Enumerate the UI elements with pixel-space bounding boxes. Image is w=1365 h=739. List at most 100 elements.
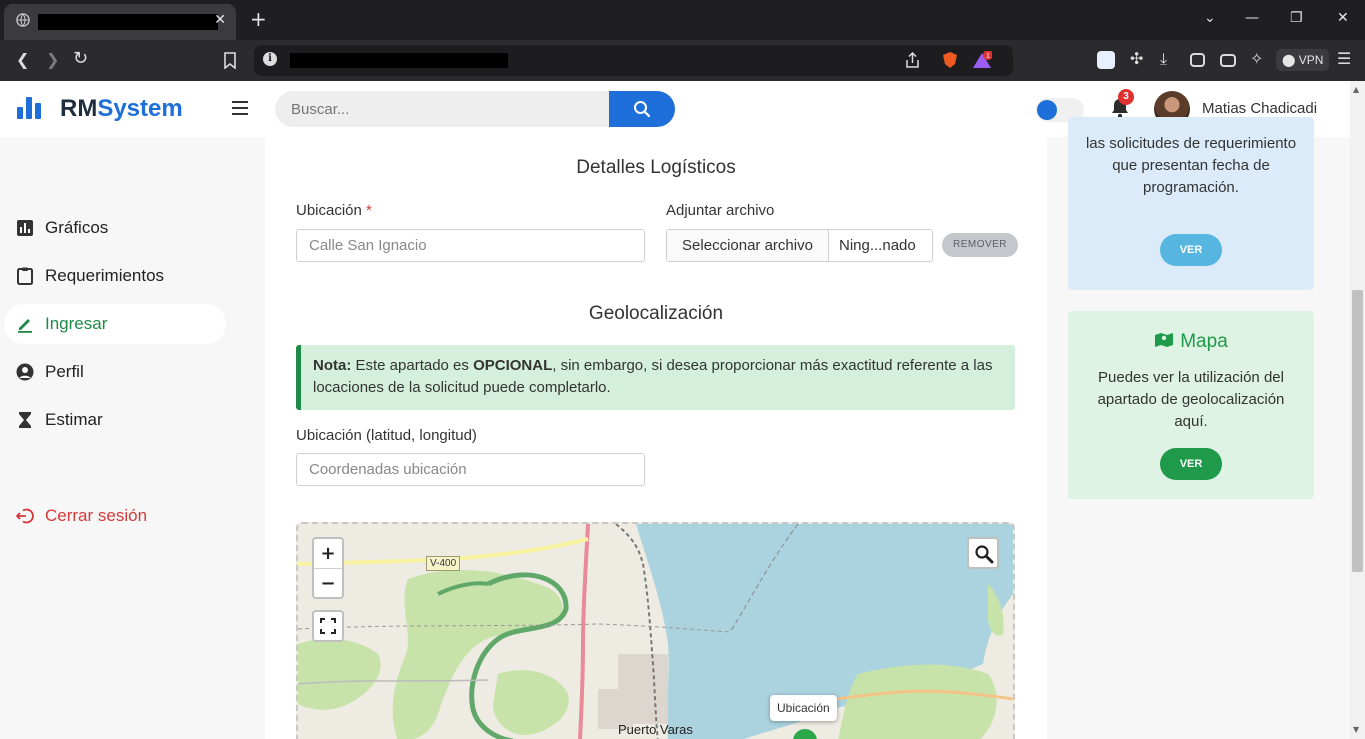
fullscreen-icon <box>320 618 336 634</box>
header-search <box>275 91 675 127</box>
brave-shield-icon[interactable] <box>942 51 958 69</box>
search-icon <box>634 101 651 118</box>
road-shield-label: V-400 <box>426 556 461 571</box>
scroll-thumb[interactable] <box>1352 290 1363 572</box>
sidebar-item-label: Estimar <box>45 410 103 429</box>
chart-icon <box>17 220 33 236</box>
map-card-title: Mapa <box>1068 331 1314 353</box>
logout-icon <box>16 508 34 524</box>
logo-prefix: RM <box>60 95 98 122</box>
map-search-button[interactable] <box>967 537 999 569</box>
sidebar-item-label: Ingresar <box>45 314 108 333</box>
map-icon <box>1155 333 1174 347</box>
reload-icon[interactable]: ↻ <box>73 48 88 69</box>
logo-suffix: System <box>97 95 183 122</box>
menu-toggle-icon[interactable] <box>232 101 248 115</box>
fullscreen-button[interactable] <box>312 610 344 642</box>
bookmark-icon[interactable] <box>223 52 237 69</box>
choose-file-button[interactable]: Seleccionar archivo <box>667 230 829 261</box>
sidebar-item-graficos[interactable]: Gráficos <box>4 208 226 248</box>
logo-chart-icon <box>17 97 43 119</box>
sidebar-toggle-icon[interactable] <box>1190 53 1205 67</box>
remove-file-button[interactable]: REMOVER <box>942 233 1018 257</box>
attach-file-label: Adjuntar archivo <box>666 202 775 219</box>
scheduled-view-button[interactable]: VER <box>1160 234 1222 266</box>
app: RMSystem 3 Matias Chadicadi Gráficos Req… <box>0 81 1365 739</box>
sidebar-item-perfil[interactable]: Perfil <box>4 352 226 392</box>
location-input[interactable]: Calle San Ignacio <box>296 229 645 262</box>
search-button[interactable] <box>609 91 675 127</box>
file-name-text: Ning...nado <box>839 237 916 254</box>
scroll-down-icon[interactable]: ▼ <box>1353 725 1359 734</box>
map-card-text: Puedes ver la utilización del apartado d… <box>1097 369 1285 430</box>
search-input[interactable] <box>275 91 609 127</box>
extensions-icon[interactable]: ✣ <box>1130 49 1143 68</box>
main-content: Detalles Logísticos Ubicación * Calle Sa… <box>230 117 1350 739</box>
sidebar-item-requerimientos[interactable]: Requerimientos <box>4 256 226 296</box>
new-tab-button[interactable]: + <box>250 8 267 30</box>
scheduled-requests-card: las solicitudes de requerimiento que pre… <box>1068 117 1314 290</box>
map-info-card: Mapa Puedes ver la utilización del apart… <box>1068 311 1314 499</box>
back-icon[interactable]: ❮ <box>16 50 29 69</box>
file-input[interactable]: Seleccionar archivo Ning...nado <box>666 229 933 262</box>
rewards-badge: 1 <box>986 53 990 60</box>
browser-tab[interactable]: ✕ <box>4 4 236 40</box>
vpn-label: VPN <box>1298 53 1324 67</box>
logistics-section-title: Detalles Logísticos <box>576 157 736 178</box>
browser-tab-bar: ✕ + ⌄ — ❐ ✕ <box>0 0 1365 40</box>
note-optional: OPCIONAL <box>473 357 553 374</box>
vpn-button[interactable]: ⬤ VPN <box>1276 49 1330 71</box>
window-close-icon[interactable]: ✕ <box>1337 10 1349 26</box>
user-name[interactable]: Matias Chadicadi <box>1202 100 1317 117</box>
note-text-a: Este apartado es <box>351 357 474 374</box>
location-label-text: Ubicación <box>296 202 362 219</box>
location-label: Ubicación * <box>296 202 372 219</box>
page-scrollbar[interactable]: ▲ ▼ <box>1350 81 1365 739</box>
marker-tooltip: Ubicación <box>770 695 837 721</box>
wallet-icon[interactable] <box>1220 54 1236 67</box>
map-card-title-text: Mapa <box>1180 331 1228 352</box>
required-mark: * <box>366 202 372 219</box>
logout-label: Cerrar sesión <box>45 506 148 525</box>
globe-icon <box>16 13 30 27</box>
notifications-button[interactable]: 3 <box>1110 89 1134 119</box>
magnifier-icon <box>975 545 994 564</box>
address-bar[interactable]: i 1 <box>254 45 1013 76</box>
translate-extension-icon[interactable] <box>1097 51 1115 69</box>
notification-badge: 3 <box>1118 89 1134 105</box>
restore-icon[interactable]: ❐ <box>1290 10 1303 26</box>
zoom-in-button[interactable]: + <box>314 539 342 568</box>
minimize-icon[interactable]: — <box>1245 10 1259 26</box>
url-redacted <box>290 53 508 68</box>
optional-note-alert: Nota: Este apartado es OPCIONAL, sin emb… <box>296 345 1015 410</box>
leo-ai-icon[interactable]: ✧ <box>1250 49 1263 68</box>
browser-menu-icon[interactable]: ☰ <box>1337 49 1351 68</box>
map-view-button[interactable]: VER <box>1160 448 1222 480</box>
logout-button[interactable]: Cerrar sesión <box>4 496 226 536</box>
sidebar-item-label: Gráficos <box>45 218 109 237</box>
sidebar-item-label: Requerimientos <box>45 266 165 285</box>
sidebar-item-label: Perfil <box>45 362 84 381</box>
zoom-out-button[interactable]: − <box>314 568 342 597</box>
town-label: Puerto Varas <box>618 722 693 737</box>
map-widget[interactable]: + − V-400 Puerto Varas Ubicación <box>296 522 1015 739</box>
tab-close-icon[interactable]: ✕ <box>214 12 226 28</box>
brave-rewards-icon[interactable]: 1 <box>972 51 992 69</box>
browser-toolbar: ❮ ❯ ↻ i 1 ✣ ⤓ ✧ ⬤ VPN ☰ <box>0 40 1365 81</box>
sidebar: Gráficos Requerimientos Ingresar Perfil … <box>0 137 230 739</box>
scheduled-requests-text: las solicitudes de requerimiento que pre… <box>1085 135 1297 196</box>
app-logo[interactable]: RMSystem <box>60 95 183 123</box>
tab-title-redacted <box>38 14 218 30</box>
site-info-icon[interactable]: i <box>263 52 277 66</box>
tab-search-chevron-icon[interactable]: ⌄ <box>1204 10 1216 26</box>
share-icon[interactable] <box>904 52 921 69</box>
sidebar-item-ingresar[interactable]: Ingresar <box>4 304 226 344</box>
coordinates-label: Ubicación (latitud, longitud) <box>296 427 477 444</box>
sidebar-item-estimar[interactable]: Estimar <box>4 400 226 440</box>
scroll-up-icon[interactable]: ▲ <box>1353 85 1359 94</box>
download-icon[interactable]: ⤓ <box>1160 49 1167 69</box>
user-icon <box>16 363 34 381</box>
map-zoom-control: + − <box>312 537 344 599</box>
forward-icon[interactable]: ❯ <box>46 50 59 69</box>
coordinates-input[interactable]: Coordenadas ubicación <box>296 453 645 486</box>
